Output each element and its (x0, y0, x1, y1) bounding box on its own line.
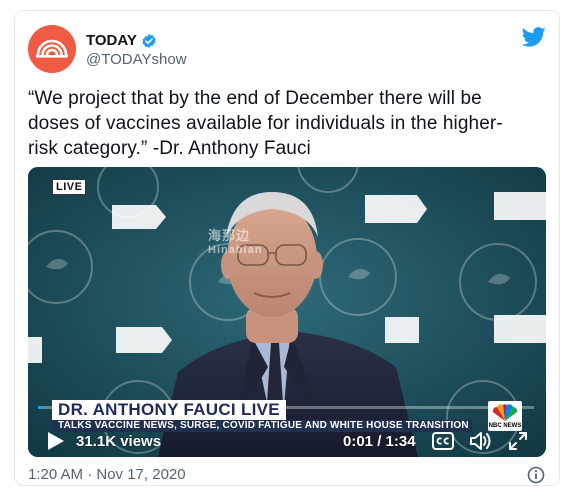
info-icon[interactable] (527, 466, 545, 484)
watermark-line: 海那边 (208, 228, 251, 243)
today-logo-icon (28, 25, 76, 73)
view-count: 31.1K views (76, 433, 162, 450)
closed-captions-icon[interactable] (432, 432, 454, 450)
author-display-name[interactable]: TODAY (86, 32, 137, 49)
twitter-bird-icon[interactable] (522, 27, 546, 47)
volume-icon[interactable] (469, 431, 491, 451)
verified-badge-icon (142, 33, 156, 48)
watermark-line: Hinabian (208, 244, 263, 256)
tweet-text: “We project that by the end of December … (28, 86, 548, 161)
tweet-text-line: doses of vaccines available for individu… (28, 113, 503, 134)
avatar[interactable] (28, 25, 76, 73)
tweet-text-line: risk category.” -Dr. Anthony Fauci (28, 138, 311, 159)
tweet-timestamp[interactable]: 1:20 AM · Nov 17, 2020 (28, 466, 186, 483)
author-handle[interactable]: @TODAYshow (86, 51, 187, 68)
fullscreen-icon[interactable] (508, 431, 528, 451)
watermark: 海那边 Hinabian (208, 225, 262, 256)
play-icon[interactable] (44, 430, 66, 452)
video-progress-fill (38, 406, 44, 409)
video-controls: 31.1K views 0:01 / 1:34 (28, 425, 546, 457)
live-badge: LIVE (52, 179, 87, 195)
tweet-text-line: “We project that by the end of December … (28, 88, 482, 109)
video-time: 0:01 / 1:34 (343, 433, 416, 450)
video-chyron: DR. ANTHONY FAUCI LIVE (52, 400, 286, 420)
author-name-row[interactable]: TODAY (86, 32, 157, 49)
peacock-icon (492, 404, 518, 421)
video-player[interactable]: 海那边 Hinabian LIVE DR. ANTHONY FAUCI LIVE… (28, 167, 546, 457)
